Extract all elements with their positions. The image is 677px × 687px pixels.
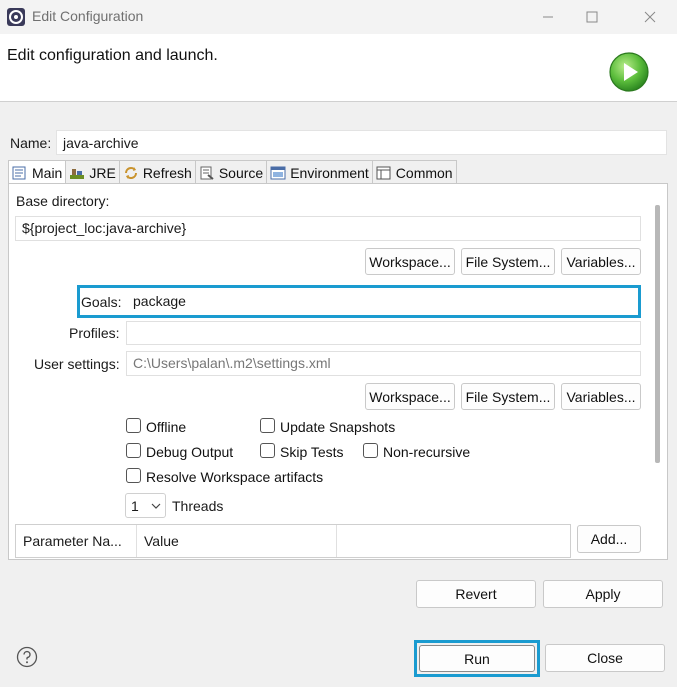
value-column-header[interactable]: Value bbox=[137, 525, 337, 557]
settings-workspace-button[interactable]: Workspace... bbox=[365, 383, 455, 410]
name-label: Name: bbox=[10, 135, 52, 151]
tab-main-label: Main bbox=[32, 165, 63, 181]
goals-label: Goals: bbox=[81, 294, 122, 310]
tab-environment[interactable]: Environment bbox=[266, 160, 373, 184]
banner-heading: Edit configuration and launch. bbox=[7, 47, 218, 64]
offline-label: Offline bbox=[146, 419, 187, 435]
base-file-system-button[interactable]: File System... bbox=[461, 248, 555, 275]
minimize-icon bbox=[543, 16, 553, 18]
parameters-table[interactable]: Parameter Na... Value bbox=[15, 524, 571, 558]
threads-select[interactable]: 1 bbox=[125, 493, 166, 518]
close-window-button[interactable] bbox=[628, 0, 672, 34]
add-parameter-button[interactable]: Add... bbox=[577, 525, 641, 553]
environment-icon bbox=[270, 166, 286, 179]
launch-run-icon bbox=[609, 52, 649, 92]
profiles-input[interactable] bbox=[126, 321, 641, 345]
resolve-workspace-checkbox[interactable] bbox=[126, 468, 141, 483]
update-snapshots-label: Update Snapshots bbox=[280, 419, 396, 435]
name-input[interactable]: java-archive bbox=[56, 130, 667, 155]
debug-output-label: Debug Output bbox=[146, 444, 234, 460]
maximize-icon bbox=[586, 11, 598, 23]
skip-tests-checkbox[interactable] bbox=[260, 443, 275, 458]
tab-refresh[interactable]: Refresh bbox=[118, 160, 196, 184]
debug-output-checkbox[interactable] bbox=[126, 443, 141, 458]
threads-label: Threads bbox=[172, 498, 224, 514]
user-settings-label: User settings: bbox=[34, 356, 120, 372]
tab-common-label: Common bbox=[395, 164, 453, 181]
tab-jre-label: JRE bbox=[89, 164, 116, 181]
base-workspace-button[interactable]: Workspace... bbox=[365, 248, 455, 275]
offline-checkbox[interactable] bbox=[126, 418, 141, 433]
parameter-name-column-header[interactable]: Parameter Na... bbox=[16, 525, 137, 557]
config-tab-bar: Main JRE Refresh Source Environment Comm… bbox=[8, 160, 457, 185]
profiles-label: Profiles: bbox=[69, 325, 120, 341]
goals-input[interactable]: package bbox=[127, 289, 637, 314]
skip-tests-label: Skip Tests bbox=[280, 444, 344, 460]
main-tab-icon bbox=[12, 166, 26, 180]
base-variables-button[interactable]: Variables... bbox=[561, 248, 641, 275]
base-directory-label: Base directory: bbox=[16, 193, 110, 209]
tab-main[interactable]: Main bbox=[8, 160, 67, 185]
window-title: Edit Configuration bbox=[32, 8, 144, 24]
tab-jre[interactable]: JRE bbox=[65, 160, 120, 184]
non-recursive-checkbox[interactable] bbox=[363, 443, 378, 458]
settings-file-system-button[interactable]: File System... bbox=[461, 383, 555, 410]
eclipse-app-icon bbox=[7, 8, 25, 26]
threads-value: 1 bbox=[131, 497, 139, 514]
settings-variables-button[interactable]: Variables... bbox=[561, 383, 641, 410]
tab-source-label: Source bbox=[218, 164, 264, 181]
common-icon bbox=[376, 166, 391, 179]
source-icon bbox=[200, 166, 214, 180]
maximize-button[interactable] bbox=[570, 0, 614, 34]
run-button[interactable]: Run bbox=[419, 645, 535, 672]
close-icon bbox=[644, 11, 656, 23]
user-settings-input[interactable]: C:\Users\palan\.m2\settings.xml bbox=[126, 351, 641, 376]
chevron-down-icon bbox=[151, 503, 161, 509]
update-snapshots-checkbox[interactable] bbox=[260, 418, 275, 433]
tab-source[interactable]: Source bbox=[194, 160, 268, 184]
non-recursive-label: Non-recursive bbox=[383, 444, 471, 460]
scrollbar-thumb[interactable] bbox=[655, 205, 660, 463]
tab-common[interactable]: Common bbox=[371, 160, 457, 184]
tab-environment-label: Environment bbox=[290, 164, 369, 181]
jre-icon bbox=[70, 168, 85, 179]
revert-button[interactable]: Revert bbox=[416, 580, 536, 608]
resolve-workspace-label: Resolve Workspace artifacts bbox=[146, 469, 324, 485]
close-button[interactable]: Close bbox=[545, 644, 665, 672]
header-banner bbox=[0, 34, 677, 102]
minimize-button[interactable] bbox=[526, 0, 570, 34]
base-directory-input[interactable]: ${project_loc:java-archive} bbox=[15, 216, 641, 241]
tab-refresh-label: Refresh bbox=[142, 164, 192, 181]
help-icon[interactable] bbox=[16, 646, 38, 668]
refresh-icon bbox=[124, 166, 137, 179]
apply-button[interactable]: Apply bbox=[543, 580, 663, 608]
